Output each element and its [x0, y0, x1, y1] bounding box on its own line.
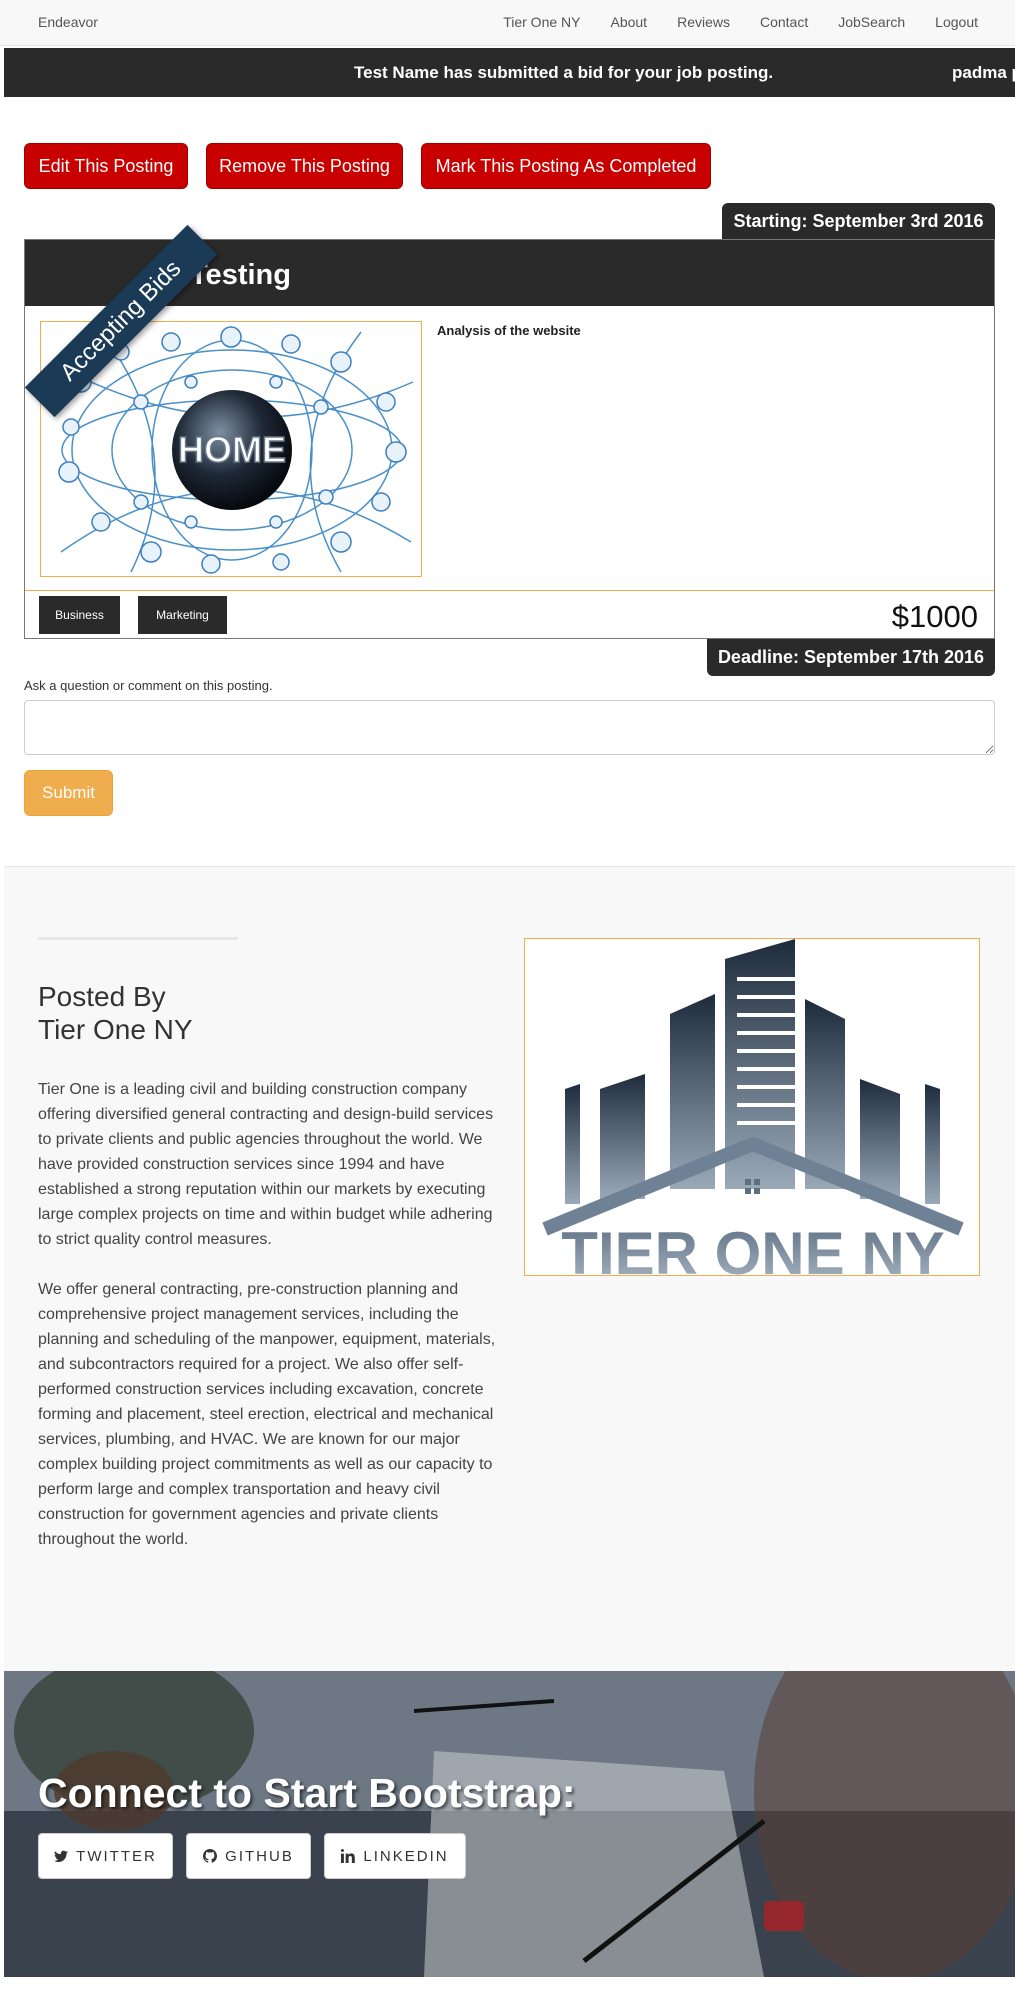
mark-completed-button[interactable]: Mark This Posting As Completed	[421, 143, 711, 189]
posting-price: $1000	[891, 599, 978, 634]
connect-title: Connect to Start Bootstrap:	[38, 1770, 576, 1816]
submit-comment-button[interactable]: Submit	[24, 770, 113, 816]
posting-title: Testing	[190, 259, 291, 291]
notification-ticker: Test Name has submitted a bid for your j…	[4, 48, 1015, 97]
category-tag-marketing[interactable]: Marketing	[138, 596, 227, 634]
remove-posting-button[interactable]: Remove This Posting	[206, 143, 403, 189]
company-name: Tier One NY	[38, 1014, 193, 1045]
tier-one-ny-logo: TIER ONE NY	[525, 939, 979, 1276]
comment-label: Ask a question or comment on this postin…	[24, 678, 273, 693]
ticker-message: Test Name has submitted a bid for your j…	[354, 63, 774, 82]
posting-image: HOME	[40, 321, 422, 577]
nav-links: Tier One NY About Reviews Contact JobSea…	[473, 14, 978, 30]
linkedin-icon	[341, 1849, 356, 1863]
linkedin-button-label: LINKEDIN	[363, 1847, 449, 1865]
posted-by-heading: Posted By Tier One NY	[38, 980, 193, 1046]
ticker-message-partial: padma p	[952, 63, 1015, 82]
posting-description: Analysis of the website	[437, 323, 581, 338]
linkedin-button[interactable]: LINKEDIN	[324, 1833, 466, 1879]
nav-link-contact[interactable]: Contact	[760, 14, 808, 30]
nav-link-reviews[interactable]: Reviews	[677, 14, 730, 30]
page-bottom	[0, 1977, 1015, 1990]
nav-link-tier-one-ny[interactable]: Tier One NY	[503, 14, 580, 30]
posting-card: Testing HOME Analysis of the website Bus…	[24, 239, 995, 639]
github-button[interactable]: GITHUB	[186, 1833, 311, 1879]
top-navbar: Endeavor Tier One NY About Reviews Conta…	[0, 0, 1015, 46]
company-paragraph-2: We offer general contracting, pre-constr…	[38, 1281, 496, 1548]
brand-link[interactable]: Endeavor	[38, 14, 98, 30]
comment-textarea[interactable]	[24, 700, 995, 755]
card-header: Testing	[25, 240, 994, 306]
company-description: Tier One is a leading civil and building…	[38, 1077, 498, 1552]
github-button-label: GITHUB	[225, 1847, 294, 1865]
twitter-icon	[54, 1850, 69, 1862]
github-icon	[203, 1849, 218, 1863]
starting-date-tag: Starting: September 3rd 2016	[722, 203, 995, 239]
company-paragraph-1: Tier One is a leading civil and building…	[38, 1081, 494, 1248]
category-tag-business[interactable]: Business	[39, 596, 120, 634]
nav-link-logout[interactable]: Logout	[935, 14, 978, 30]
posted-by-label: Posted By	[38, 981, 166, 1012]
nav-link-jobsearch[interactable]: JobSearch	[838, 14, 905, 30]
posted-by-section: Posted By Tier One NY Tier One is a lead…	[4, 866, 1015, 1671]
home-image-text: HOME	[178, 429, 286, 470]
edit-posting-button[interactable]: Edit This Posting	[24, 143, 188, 189]
deadline-date-tag: Deadline: September 17th 2016	[707, 639, 995, 676]
connect-section: Connect to Start Bootstrap: TWITTER GITH…	[4, 1671, 1015, 1977]
section-divider	[38, 937, 238, 940]
twitter-button-label: TWITTER	[76, 1847, 157, 1865]
nav-link-about[interactable]: About	[610, 14, 647, 30]
company-logo: TIER ONE NY	[524, 938, 980, 1276]
network-globe-illustration: HOME	[41, 322, 421, 576]
desk-background-image	[4, 1671, 1015, 1977]
logo-text: TIER ONE NY	[561, 1220, 944, 1276]
card-divider	[25, 590, 994, 591]
twitter-button[interactable]: TWITTER	[38, 1833, 173, 1879]
